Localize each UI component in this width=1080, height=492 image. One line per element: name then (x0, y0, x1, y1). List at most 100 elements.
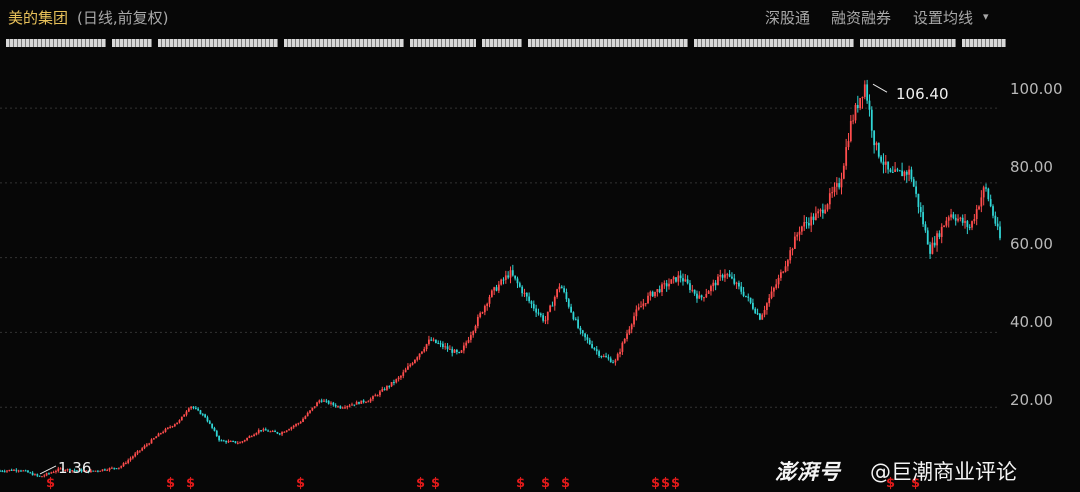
candle-body (222, 440, 225, 442)
candle-body (22, 470, 25, 472)
candle-body (306, 412, 309, 417)
candle-body (285, 430, 288, 432)
candle-body (600, 356, 603, 358)
candle-body (721, 275, 724, 278)
candle-body (255, 432, 258, 435)
candle-body (609, 358, 612, 363)
candle-body (847, 141, 850, 148)
candle-body (434, 339, 437, 343)
candle-body (355, 402, 358, 405)
candle-body (852, 120, 855, 122)
candle-body (710, 286, 712, 292)
candle-body (768, 297, 771, 304)
candle-body (728, 274, 731, 277)
candle-body (898, 170, 901, 172)
candle-body (97, 470, 99, 472)
candle-body (225, 440, 228, 443)
candle-body (27, 470, 29, 473)
candle-body (626, 333, 628, 339)
candle-body (817, 211, 820, 214)
candle-body (458, 352, 461, 354)
candle-body (786, 260, 789, 267)
candle-body (162, 431, 165, 434)
candle-body (232, 441, 235, 443)
candle-body (390, 382, 393, 387)
candle-body (192, 406, 195, 408)
candle-body (488, 296, 491, 304)
candle-body (772, 287, 775, 292)
candle-body (854, 104, 857, 121)
candle-body (157, 433, 160, 437)
candle-body (696, 293, 698, 299)
candle-body (870, 109, 873, 131)
candle-body (735, 282, 738, 284)
candle-body (537, 312, 540, 314)
candle-body (546, 311, 549, 321)
candle-body (586, 337, 589, 340)
candle-body (894, 169, 897, 172)
dividend-marker: $ (186, 476, 195, 491)
dividend-marker: $ (651, 476, 660, 491)
candle-body (654, 291, 656, 297)
candle-body (593, 347, 596, 350)
candle-body (257, 430, 260, 433)
candle-body (877, 142, 880, 157)
candle-body (507, 275, 510, 278)
candle-body (381, 389, 384, 392)
candle-body (989, 199, 992, 207)
candle-body (947, 217, 950, 221)
candle-body (55, 471, 57, 473)
candle-body (106, 470, 109, 472)
candle-body (971, 221, 973, 228)
candle-body (598, 351, 600, 357)
candle-body (402, 372, 405, 376)
candle-body (376, 395, 379, 397)
candle-body (761, 314, 764, 320)
candle-body (148, 443, 151, 445)
candle-body (905, 171, 908, 175)
dividend-marker: $ (541, 476, 550, 491)
candle-body (675, 277, 677, 282)
candle-body (379, 391, 381, 396)
candle-body (444, 346, 447, 348)
candle-body (754, 308, 757, 314)
candle-body (169, 426, 172, 428)
candle-body (152, 438, 155, 440)
candle-body (325, 400, 328, 402)
candlestick-chart[interactable]: 106.401.36$ $ $ $ $ $ $ $ $ $ $ $ $ $ (0, 0, 1080, 492)
candle-body (341, 407, 344, 409)
candle-body (954, 217, 957, 221)
candle-body (679, 275, 682, 279)
candle-body (670, 279, 673, 284)
candle-body (313, 406, 316, 408)
candle-body (605, 356, 607, 358)
candle-body (393, 382, 395, 384)
candle-body (812, 216, 815, 220)
candle-body (807, 223, 810, 226)
y-tick-label: 80.00 (1010, 158, 1053, 176)
candle-body (518, 283, 521, 287)
candle-body (299, 421, 302, 424)
candle-body (917, 193, 920, 207)
candle-body (931, 242, 934, 254)
candle-body (612, 362, 614, 364)
candle-body (796, 234, 799, 237)
candle-body (201, 414, 204, 416)
candle-body (623, 338, 626, 343)
candle-body (633, 316, 635, 325)
candle-body (826, 204, 829, 210)
candle-body (570, 306, 572, 313)
candle-body (36, 474, 39, 476)
candle-body (290, 427, 293, 430)
dividend-marker: $ (296, 476, 305, 491)
candle-body (621, 342, 624, 352)
candle-body (145, 444, 148, 446)
candle-body (602, 356, 605, 358)
candle-body (943, 225, 945, 227)
candle-body (640, 306, 642, 308)
candle-body (973, 219, 976, 222)
candle-body (369, 399, 372, 402)
candle-body (959, 217, 962, 219)
candle-body (281, 432, 283, 435)
candle-body (103, 469, 106, 471)
